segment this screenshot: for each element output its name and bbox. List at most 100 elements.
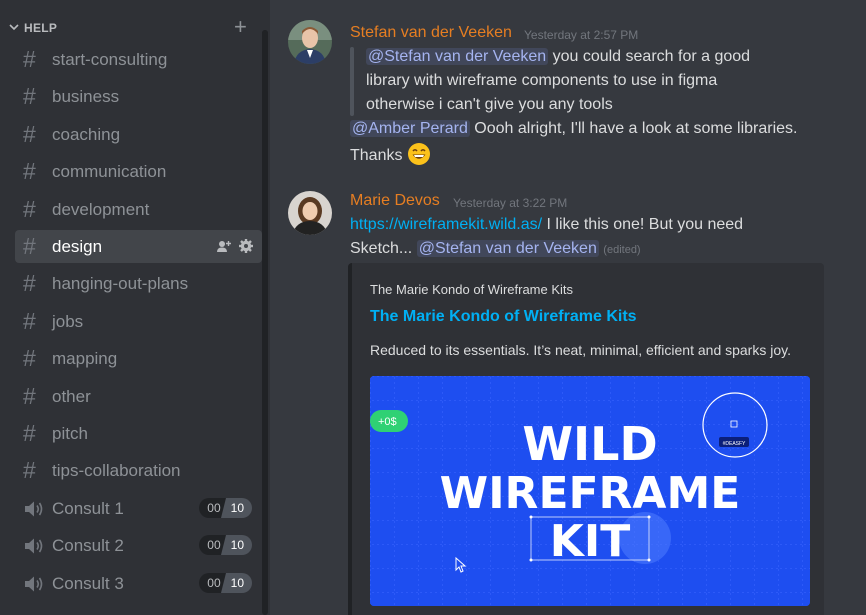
message-author[interactable]: Marie Devos (350, 192, 440, 210)
channel-item-pitch[interactable]: # pitch (15, 417, 262, 450)
user-limit-badge: 00 10 (199, 498, 252, 518)
channel-name: mapping (52, 349, 118, 369)
channel-name: communication (52, 162, 167, 182)
channel-item-communication[interactable]: # communication (15, 155, 262, 188)
channel-item-business[interactable]: # business (15, 80, 262, 113)
channel-item-start-consulting[interactable]: # start-consulting (15, 43, 262, 76)
chevron-down-icon (9, 24, 19, 31)
speaker-icon (25, 538, 43, 554)
sidebar-scroll-thumb[interactable] (262, 30, 268, 260)
speaker-icon (25, 501, 43, 517)
user-limit: 10 (220, 535, 252, 556)
hash-icon: # (23, 420, 36, 446)
channel-name: start-consulting (52, 50, 168, 69)
message-line-1: https://wireframekit.wild.as/ I like thi… (350, 214, 743, 236)
category-header-help[interactable]: HELP + (0, 16, 262, 40)
message-timestamp: Yesterday at 2:57 PM (524, 28, 639, 42)
voice-channel-2[interactable]: Consult 2 00 10 (15, 529, 262, 562)
message-timestamp: Yesterday at 3:22 PM (453, 196, 568, 210)
channel-name: hanging-out-plans (52, 274, 189, 294)
speaker-icon (25, 576, 43, 592)
message-line-2: Thanks (350, 142, 431, 167)
channel-name: tips-collaboration (52, 461, 181, 481)
channel-item-other[interactable]: # other (15, 380, 262, 413)
user-limit: 10 (220, 572, 252, 593)
headline-wireframe: WIREFRAME (440, 468, 741, 519)
channel-name: business (52, 87, 120, 107)
quote-line-1: @Stefan van der Veeken you could search … (366, 46, 750, 68)
user-mention[interactable]: @Amber Perard (350, 120, 470, 137)
embed-image[interactable]: +0$ #DEASFY WILD WIREFRAME KIT (370, 376, 810, 606)
voice-channel-name: Consult 3 (52, 573, 124, 593)
channel-name: pitch (52, 424, 88, 443)
voice-channel-1[interactable]: Consult 1 00 10 (15, 492, 262, 525)
circle-tag-text: #DEASFY (723, 441, 746, 447)
price-badge-text: +0$ (378, 416, 397, 428)
voice-channel-name: Consult 2 (52, 536, 124, 556)
hash-icon: # (23, 345, 36, 372)
channel-item-development[interactable]: # development (15, 193, 262, 226)
quote-text: you could search for a good (548, 48, 751, 65)
message-line-1: @Amber Perard Oooh alright, I'll have a … (350, 118, 798, 140)
user-limit-badge: 00 10 (199, 535, 252, 556)
embed-description: Reduced to its essentials. It’s neat, mi… (370, 342, 791, 358)
channel-item-hanging-out-plans[interactable]: # hanging-out-plans (15, 267, 262, 300)
quote-line-2: library with wireframe components to use… (366, 72, 718, 89)
voice-channel-3[interactable]: Consult 3 00 10 (15, 567, 262, 600)
channel-name: development (52, 199, 150, 219)
user-limit: 10 (220, 498, 252, 518)
message-author[interactable]: Stefan van der Veeken (350, 24, 512, 42)
embed-provider: The Marie Kondo of Wireframe Kits (370, 282, 574, 297)
add-channel-plus-icon[interactable]: + (234, 16, 247, 38)
channel-item-mapping[interactable]: # mapping (15, 342, 262, 375)
hash-icon: # (23, 158, 36, 185)
message-text: I like this one! But you need (542, 216, 744, 233)
channel-item-tips-collaboration[interactable]: # tips-collaboration (15, 454, 262, 487)
channel-name: jobs (52, 311, 84, 331)
embed-title-link[interactable]: The Marie Kondo of Wireframe Kits (370, 308, 637, 326)
hash-icon: # (23, 195, 36, 222)
chat-panel: Stefan van der Veeken Yesterday at 2:57 … (270, 0, 866, 615)
hash-icon: # (23, 307, 36, 334)
message-line-2: Sketch... @Stefan van der Veeken (edited… (350, 238, 641, 261)
message-text: Sketch... (350, 240, 413, 257)
avatar-photo-icon (288, 20, 332, 64)
channel-actions (216, 238, 254, 254)
channel-name: design (52, 237, 103, 256)
grinning-emoji-icon[interactable] (407, 142, 431, 166)
hash-icon: # (23, 120, 36, 147)
channel-name: coaching (52, 124, 121, 144)
channel-item-design[interactable]: # design (15, 230, 262, 263)
message-text: Thanks (350, 147, 403, 164)
invite-user-icon[interactable] (216, 238, 232, 254)
user-limit-badge: 00 10 (199, 572, 252, 593)
quote-line-3: otherwise i can't give you any tools (366, 96, 613, 113)
hash-icon: # (23, 457, 36, 484)
hash-icon: # (23, 46, 36, 72)
message-text: Oooh alright, I'll have a look at some l… (469, 120, 798, 137)
channel-sidebar: HELP + # start-consulting # business # coachi… (0, 0, 270, 615)
channel-item-coaching[interactable]: # coaching (15, 118, 262, 151)
sidebar-scrollbar[interactable] (262, 30, 268, 615)
channel-name: other (52, 386, 91, 406)
headline-kit: KIT (550, 516, 630, 567)
link-embed: The Marie Kondo of Wireframe Kits The Ma… (348, 263, 824, 615)
avatar-photo-icon (288, 191, 332, 235)
gear-icon[interactable] (238, 238, 254, 254)
user-mention[interactable]: @Stefan van der Veeken (366, 48, 549, 65)
hash-icon: # (23, 382, 36, 409)
user-mention[interactable]: @Stefan van der Veeken (416, 240, 599, 257)
headline-wild: WILD (522, 417, 657, 471)
hash-icon: # (23, 233, 36, 259)
category-title: HELP (24, 21, 58, 35)
hash-icon: # (23, 83, 36, 110)
message-link[interactable]: https://wireframekit.wild.as/ (350, 216, 542, 233)
channel-item-jobs[interactable]: # jobs (15, 305, 262, 338)
avatar-stefan[interactable] (288, 20, 332, 64)
wireframe-kit-artwork: +0$ #DEASFY WILD WIREFRAME KIT (370, 376, 810, 606)
quote-bar (350, 47, 354, 116)
voice-channel-name: Consult 1 (52, 499, 124, 518)
hash-icon: # (23, 270, 36, 297)
edited-label: (edited) (603, 244, 641, 256)
avatar-marie[interactable] (288, 191, 332, 235)
